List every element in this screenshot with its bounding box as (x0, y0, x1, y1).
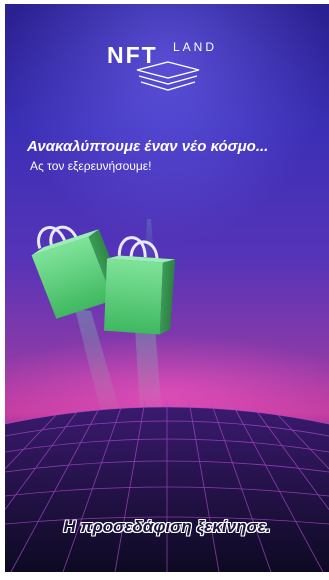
logo-text-land: LAND (173, 40, 218, 54)
nftland-logo: NFT LAND (5, 38, 329, 98)
splash-subline: Ας τον εξερευνήσουμε! (30, 159, 152, 173)
loading-status-text: Η προσεδάφιση ξεκίνησε. (63, 517, 271, 536)
grid-floor (5, 400, 329, 572)
shopping-bag-icon (104, 236, 176, 335)
nftland-logo-icon (136, 61, 200, 91)
phone-frame: NFT LAND Ανακαλύπτουμε έναν νέο κόσμο...… (0, 0, 329, 580)
splash-screen: NFT LAND Ανακαλύπτουμε έναν νέο κόσμο...… (5, 4, 329, 572)
splash-headline: Ανακαλύπτουμε έναν νέο κόσμο... (27, 138, 269, 155)
